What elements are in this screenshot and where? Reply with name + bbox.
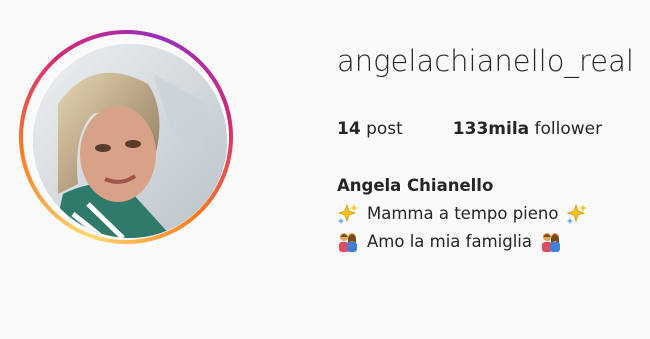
posts-stat: 14 post (337, 119, 403, 139)
posts-count: 14 (337, 119, 361, 139)
family-icon (541, 233, 560, 252)
sparkles-icon (337, 203, 358, 224)
profile-stats: 14 post 133mila follower (337, 119, 650, 139)
profile-full-name: Angela Chianello (337, 176, 494, 195)
posts-label: post (366, 119, 403, 139)
followers-label: follower (534, 119, 603, 139)
sparkles-icon (567, 203, 588, 224)
profile-username: angelachianello_real (337, 44, 634, 78)
followers-count: 133mila (452, 119, 530, 139)
bio-line: Amo la mia famiglia (337, 228, 588, 256)
bio-line: Mamma a tempo pieno (337, 200, 588, 228)
profile-header: angelachianello_real 14 post 133mila fol… (0, 0, 650, 339)
bio-text: Amo la mia famiglia (367, 232, 532, 251)
profile-bio: Angela Chianello Mamma a tempo pieno Amo… (337, 172, 588, 256)
family-icon (339, 233, 357, 252)
avatar-gap (23, 34, 229, 240)
story-ring[interactable] (19, 30, 233, 244)
followers-stat[interactable]: 133mila follower (453, 119, 602, 139)
profile-photo (33, 44, 227, 238)
bio-text: Mamma a tempo pieno (367, 204, 559, 223)
avatar[interactable] (33, 44, 227, 238)
